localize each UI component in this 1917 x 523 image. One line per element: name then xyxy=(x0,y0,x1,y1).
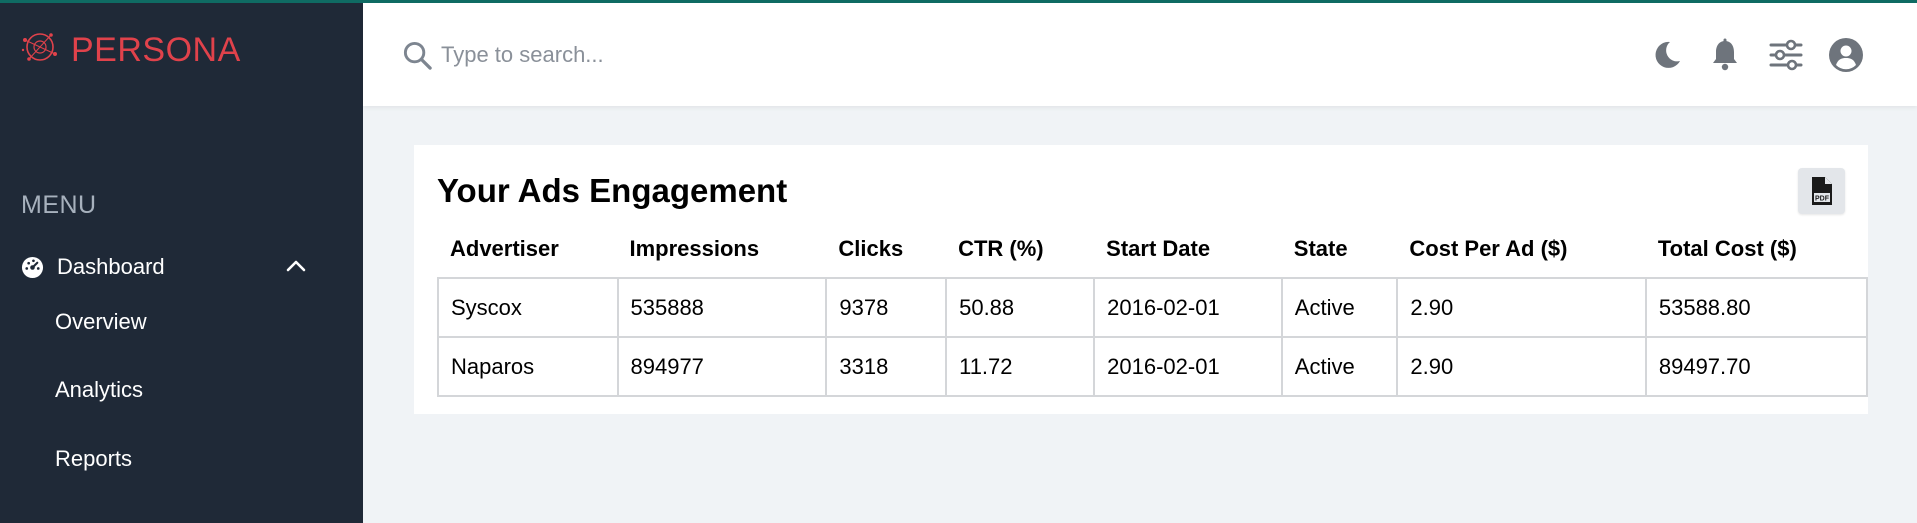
cell-ctr: 11.72 xyxy=(945,336,1096,397)
table-row[interactable]: Naparos 894977 3318 11.72 2016-02-01 Act… xyxy=(437,336,1869,397)
bell-icon[interactable] xyxy=(1707,37,1743,73)
moon-icon[interactable] xyxy=(1649,37,1685,73)
cell-clicks: 3318 xyxy=(825,336,948,397)
ads-engagement-card: Your Ads Engagement PDF Advertiser Impre… xyxy=(414,145,1869,414)
sidebar-item-analytics[interactable]: Analytics xyxy=(55,377,143,403)
chevron-up-icon[interactable] xyxy=(284,254,308,278)
cell-advertiser: Naparos xyxy=(437,336,619,397)
card-title: Your Ads Engagement xyxy=(437,172,788,209)
svg-text:PDF: PDF xyxy=(1815,196,1830,203)
cell-cost-per-ad: 2.90 xyxy=(1396,336,1647,397)
sliders-icon[interactable] xyxy=(1768,37,1804,73)
sidebar-item-overview[interactable]: Overview xyxy=(55,309,147,335)
sidebar: PERSONA MENU Dashboard Overview Analytic… xyxy=(0,0,363,523)
column-header-impressions[interactable]: Impressions xyxy=(618,221,827,278)
cell-clicks: 9378 xyxy=(825,277,948,338)
export-pdf-button[interactable]: PDF xyxy=(1798,168,1845,214)
cell-cost-per-ad: 2.90 xyxy=(1396,277,1647,338)
cell-impressions: 535888 xyxy=(616,277,828,338)
column-header-advertiser[interactable]: Advertiser xyxy=(438,221,618,278)
cell-total-cost: 53588.80 xyxy=(1644,277,1869,338)
sidebar-item-label: Dashboard xyxy=(57,254,165,279)
table-row[interactable]: Syscox 535888 9378 50.88 2016-02-01 Acti… xyxy=(437,277,1869,338)
sidebar-item-reports[interactable]: Reports xyxy=(55,446,132,472)
cell-state: Active xyxy=(1280,336,1399,397)
cell-start-date: 2016-02-01 xyxy=(1093,336,1283,397)
cell-ctr: 50.88 xyxy=(945,277,1096,338)
column-header-state[interactable]: State xyxy=(1282,221,1398,278)
column-header-start-date[interactable]: Start Date xyxy=(1094,221,1282,278)
menu-heading: MENU xyxy=(21,191,97,219)
cell-state: Active xyxy=(1280,277,1399,338)
logo[interactable]: PERSONA xyxy=(21,28,241,71)
column-header-cost-per-ad[interactable]: Cost Per Ad ($) xyxy=(1397,221,1645,278)
cell-impressions: 894977 xyxy=(616,336,828,397)
app-name: PERSONA xyxy=(71,30,241,69)
top-accent-line xyxy=(0,0,1917,3)
table-header-row: Advertiser Impressions Clicks CTR (%) St… xyxy=(438,221,1867,278)
user-icon[interactable] xyxy=(1828,37,1864,73)
sidebar-item-dashboard[interactable]: Dashboard xyxy=(21,251,321,283)
cell-advertiser: Syscox xyxy=(437,277,619,338)
ads-table: Advertiser Impressions Clicks CTR (%) St… xyxy=(437,221,1869,397)
cell-start-date: 2016-02-01 xyxy=(1093,277,1283,338)
search-icon[interactable] xyxy=(402,40,433,71)
top-bar xyxy=(363,3,1917,106)
column-header-total-cost[interactable]: Total Cost ($) xyxy=(1646,221,1867,278)
logo-icon xyxy=(21,28,59,71)
pdf-icon: PDF xyxy=(1809,176,1835,206)
search-input[interactable] xyxy=(441,36,941,74)
cell-total-cost: 89497.70 xyxy=(1644,336,1869,397)
column-header-ctr[interactable]: CTR (%) xyxy=(946,221,1094,278)
dashboard-icon xyxy=(21,256,44,279)
column-header-clicks[interactable]: Clicks xyxy=(826,221,946,278)
